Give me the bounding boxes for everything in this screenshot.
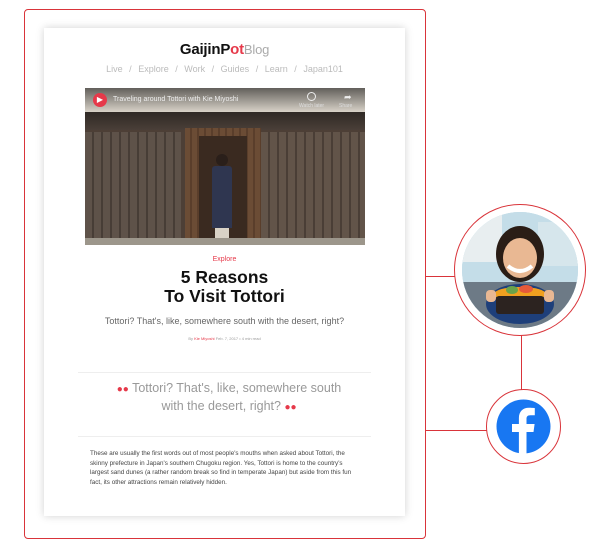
connector-line: [426, 430, 487, 431]
clock-icon[interactable]: [307, 92, 316, 101]
article-body: These are usually the first words out of…: [90, 450, 352, 486]
channel-icon[interactable]: ▶: [93, 93, 107, 107]
pull-quote: ●● Tottori? That's, like, somewhere sout…: [116, 381, 342, 413]
video-title[interactable]: Traveling around Tottori with Kie Miyosh…: [113, 96, 238, 103]
divider: [78, 372, 371, 373]
article-title: 5 Reasons To Visit Tottori: [164, 267, 285, 306]
share-label[interactable]: Share: [339, 103, 352, 109]
top-nav: Live / Explore / Work / Guides / Learn /…: [106, 64, 343, 74]
article-subtitle: Tottori? That's, like, somewhere south w…: [104, 316, 345, 326]
person-figure: [216, 154, 228, 166]
nav-item-work[interactable]: Work: [184, 64, 205, 74]
facebook-link[interactable]: [486, 389, 561, 464]
site-logo[interactable]: GaijinPotBlog: [44, 41, 405, 58]
nav-item-guides[interactable]: Guides: [221, 64, 250, 74]
blog-article-card: GaijinPotBlog Live / Explore / Work / Gu…: [44, 28, 405, 516]
connector-line: [426, 276, 455, 277]
quote-close-icon: ●●: [284, 402, 297, 413]
category-label[interactable]: Explore: [44, 256, 405, 263]
author-avatar: [454, 204, 586, 336]
avatar-photo: [462, 212, 578, 328]
nav-item-live[interactable]: Live: [106, 64, 123, 74]
byline: By Kie Miyoshi Feb. 7, 2017 • 4 min read: [188, 336, 261, 341]
nav-item-japan101[interactable]: Japan101: [303, 64, 343, 74]
facebook-icon: [496, 399, 551, 454]
nav-item-explore[interactable]: Explore: [138, 64, 169, 74]
watch-later-label[interactable]: Watch later: [299, 103, 324, 109]
video-player[interactable]: ▶ Traveling around Tottori with Kie Miyo…: [85, 88, 365, 245]
nav-item-learn[interactable]: Learn: [265, 64, 288, 74]
connector-line: [521, 335, 522, 390]
share-icon[interactable]: ➦: [344, 92, 352, 103]
author-link[interactable]: Kie Miyoshi: [194, 336, 214, 341]
quote-open-icon: ●●: [116, 384, 129, 395]
divider: [78, 436, 371, 437]
